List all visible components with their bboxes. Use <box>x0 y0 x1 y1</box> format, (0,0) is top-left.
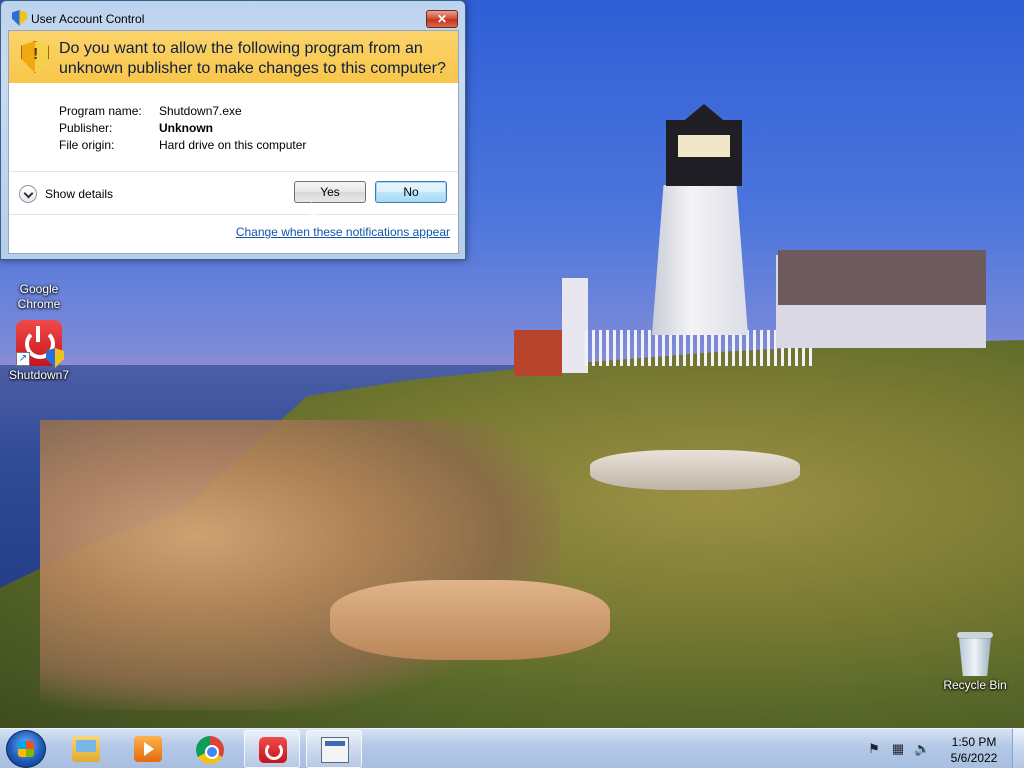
uac-shield-icon <box>12 10 27 26</box>
chevron-down-icon[interactable] <box>19 185 37 203</box>
clock-date: 5/6/2022 <box>950 751 998 765</box>
wallpaper-rock <box>330 580 610 660</box>
info-value: Hard drive on this computer <box>159 138 307 152</box>
window-icon <box>321 737 349 763</box>
media-player-icon <box>134 736 162 762</box>
wallpaper-roof <box>778 250 986 305</box>
uac-shield-icon <box>46 348 64 368</box>
warning-banner: Do you want to allow the following progr… <box>9 31 458 83</box>
info-label: File origin: <box>59 138 115 152</box>
system-tray: ⚑ ▦ 🔈 <box>866 741 930 757</box>
dialog-title: User Account Control <box>31 12 145 26</box>
close-icon: ✕ <box>436 12 448 26</box>
wallpaper-lighthouse <box>652 185 748 335</box>
dialog-client-area: Do you want to allow the following progr… <box>8 30 459 254</box>
taskbar-button-chrome[interactable] <box>182 730 238 768</box>
dialog-titlebar[interactable]: User Account Control ✕ <box>1 1 465 29</box>
taskbar-button-windows-explorer[interactable] <box>58 730 114 768</box>
info-value: Shutdown7.exe <box>159 104 242 118</box>
info-value: Unknown <box>159 121 213 135</box>
show-details-label[interactable]: Show details <box>45 187 113 201</box>
folder-icon <box>72 736 100 762</box>
wallpaper-rocks <box>40 420 560 710</box>
action-center-flag-icon[interactable]: ⚑ <box>866 741 882 757</box>
taskbar-button-media-player[interactable] <box>120 730 176 768</box>
wallpaper-rock <box>590 450 800 490</box>
taskbar-button-shutdown7[interactable] <box>244 730 300 768</box>
info-label: Publisher: <box>59 121 113 135</box>
program-info: Program name: Shutdown7.exe Publisher: U… <box>59 104 306 155</box>
info-row-publisher: Publisher: Unknown <box>59 121 306 138</box>
no-button[interactable]: No <box>375 181 447 203</box>
info-row-program-name: Program name: Shutdown7.exe <box>59 104 306 121</box>
warning-shield-icon <box>21 41 49 73</box>
info-row-file-origin: File origin: Hard drive on this computer <box>59 138 306 155</box>
wallpaper-lighthouse-cap <box>680 104 728 124</box>
show-desktop-button[interactable] <box>1012 729 1024 768</box>
shutdown7-icon <box>259 737 287 763</box>
desktop-icon-label: Shutdown7 <box>8 368 70 382</box>
wallpaper-lighthouse-glass <box>678 135 730 157</box>
recycle-bin-lid <box>957 632 993 638</box>
uac-dialog[interactable]: User Account Control ✕ Do you want to al… <box>0 0 466 260</box>
yes-button[interactable]: Yes <box>294 181 366 203</box>
recycle-bin-icon <box>959 638 991 676</box>
divider <box>9 214 458 215</box>
desktop-icon-label: Recycle Bin <box>943 678 1007 692</box>
divider <box>9 171 458 172</box>
change-notifications-link[interactable]: Change when these notifications appear <box>236 225 450 239</box>
volume-icon[interactable]: 🔈 <box>914 741 930 757</box>
shortcut-arrow-icon: ↗ <box>16 352 30 366</box>
info-label: Program name: <box>59 104 142 118</box>
show-details-toggle[interactable]: Show details <box>19 185 113 203</box>
shutdown7-icon: ↗ <box>16 320 64 368</box>
windows-start-icon[interactable] <box>6 730 46 768</box>
taskbar: ⚑ ▦ 🔈 1:50 PM 5/6/2022 <box>0 728 1024 768</box>
taskbar-clock[interactable]: 1:50 PM 5/6/2022 <box>938 734 1010 766</box>
network-icon[interactable]: ▦ <box>890 741 906 757</box>
clock-time: 1:50 PM <box>951 735 997 749</box>
desktop-icon-recycle-bin[interactable]: Recycle Bin <box>937 632 1013 693</box>
close-button[interactable]: ✕ <box>426 10 458 28</box>
uac-question: Do you want to allow the following progr… <box>59 40 446 77</box>
desktop-icon-label: Google Chrome <box>17 282 61 311</box>
desktop-icon-shutdown7[interactable]: ↗ Shutdown7 <box>1 320 77 383</box>
chrome-icon <box>196 736 224 764</box>
taskbar-button-uac-window[interactable] <box>306 730 362 768</box>
wallpaper-shed <box>514 330 562 376</box>
